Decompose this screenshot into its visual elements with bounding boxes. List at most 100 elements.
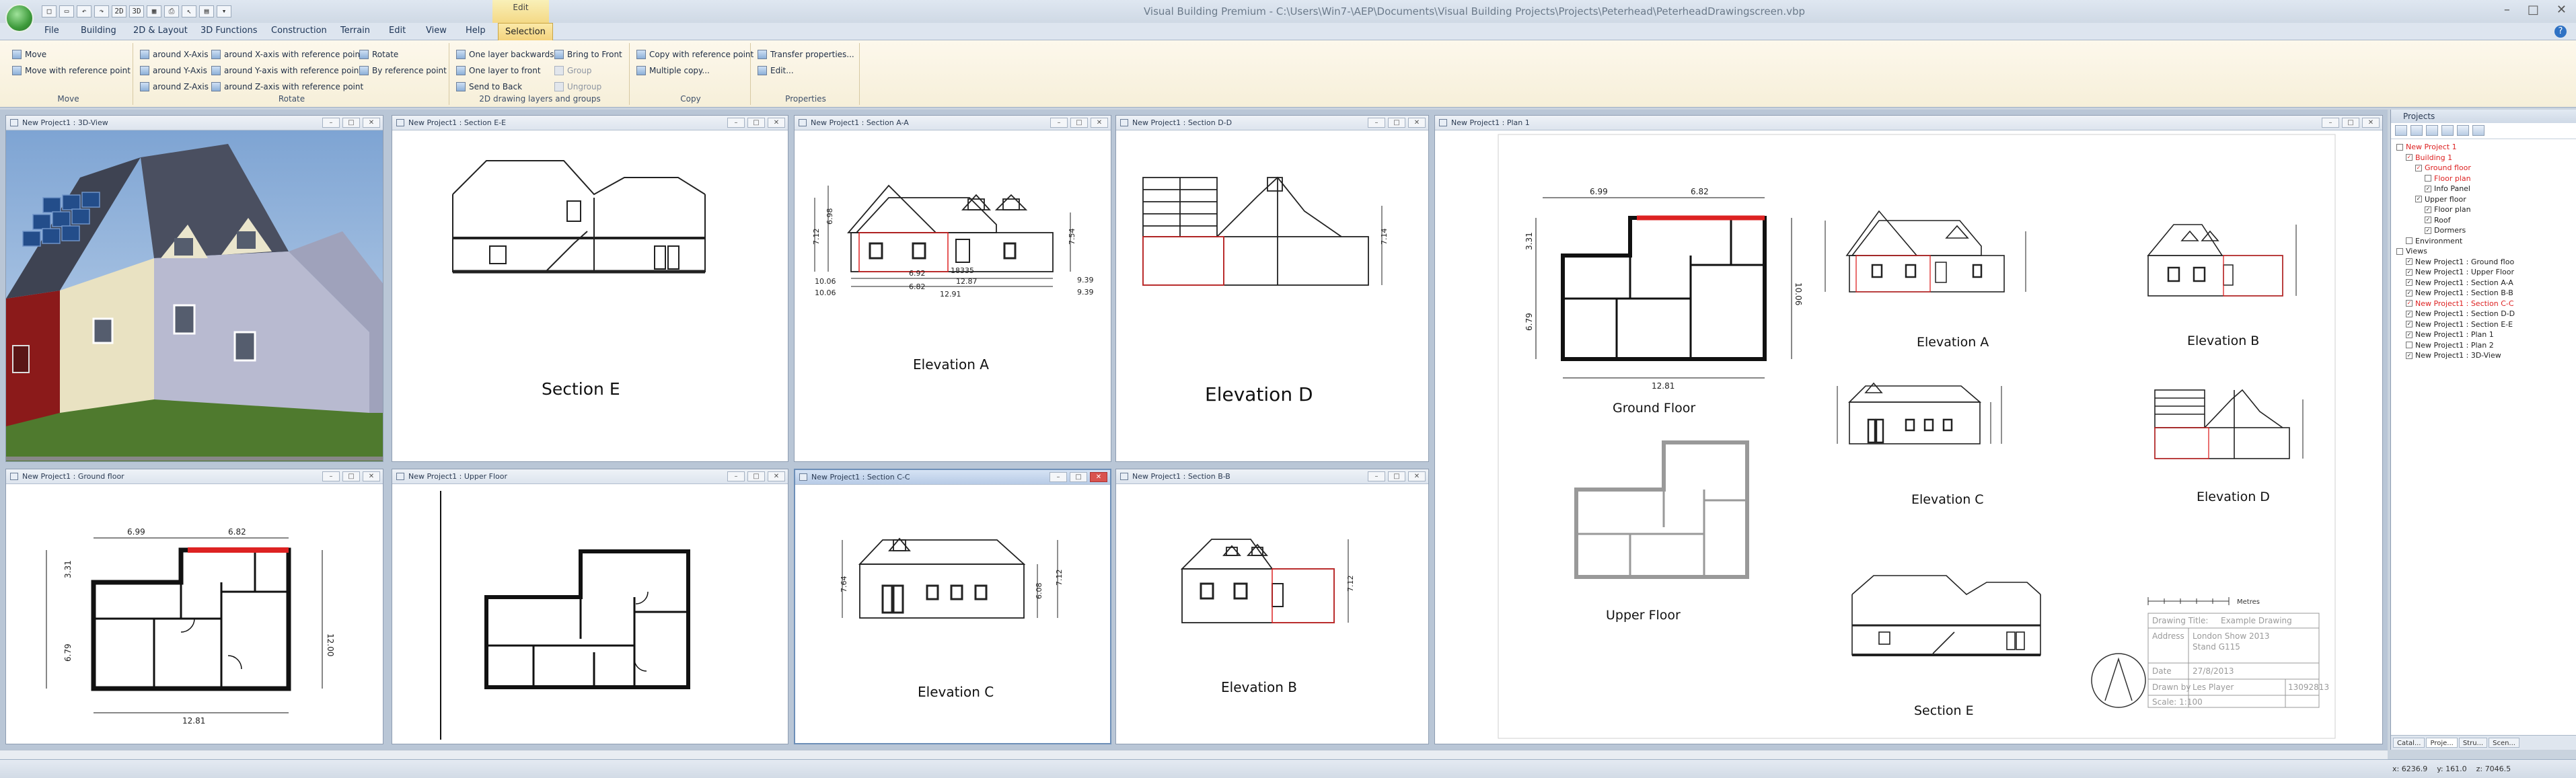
tab-help[interactable]: Help — [466, 26, 486, 36]
tree-item[interactable]: ✓ New Project1 : Section C-C — [2394, 299, 2573, 309]
help-icon[interactable]: ? — [2554, 26, 2567, 38]
pane-close-icon[interactable]: ✕ — [363, 118, 380, 128]
checkbox-checked-icon[interactable]: ✓ — [2425, 227, 2431, 234]
quick-3d-button[interactable]: 3D — [129, 5, 144, 17]
checkbox-checked-icon[interactable]: ✓ — [2406, 154, 2413, 161]
layer-backwards-button[interactable]: One layer backwards — [456, 50, 554, 59]
checkbox-checked-icon[interactable]: ✓ — [2406, 310, 2413, 317]
layout-icon[interactable]: ▦ — [147, 5, 161, 17]
tree-item[interactable]: ✓ New Project1 : Section D-D — [2394, 309, 2573, 319]
tree-item[interactable]: Floor plan — [2394, 173, 2573, 184]
tab-terrain[interactable]: Terrain — [340, 26, 370, 36]
section-e-drawing[interactable] — [392, 130, 788, 379]
section-b-drawing[interactable]: 7.12 — [1116, 484, 1429, 686]
tree-item[interactable]: ✓ Floor plan — [2394, 204, 2573, 215]
pane-close-icon[interactable]: ✕ — [768, 471, 785, 481]
checkbox-icon[interactable] — [2396, 143, 2403, 151]
pane-plan-1[interactable]: New Project1 : Plan 1 – □ ✕ 6.99 6.82 3.… — [1434, 115, 2383, 744]
tab-edit[interactable]: Edit — [389, 26, 406, 36]
pane-maximize-icon[interactable]: □ — [1070, 472, 1087, 482]
pane-maximize-icon[interactable]: □ — [747, 118, 765, 128]
pane-close-icon[interactable]: ✕ — [1091, 118, 1108, 128]
rotate-z-ref-button[interactable]: around Z-axis with reference point — [211, 82, 363, 91]
pane-close-icon[interactable]: ✕ — [2362, 118, 2380, 128]
pane-maximize-icon[interactable]: □ — [1388, 471, 1405, 481]
layout-sheet[interactable]: 6.99 6.82 3.31 6.79 12.81 10.06 Metres D… — [1435, 130, 2383, 744]
properties-icon[interactable] — [2472, 125, 2485, 136]
pane-section-c[interactable]: New Project1 : Section C-C – □ ✕ 7.64 6.08… — [794, 469, 1111, 744]
pane-minimize-icon[interactable]: – — [1368, 471, 1385, 481]
checkbox-checked-icon[interactable]: ✓ — [2415, 164, 2422, 171]
bring-to-front-button[interactable]: Bring to Front — [554, 50, 622, 59]
minimize-icon[interactable]: – — [2504, 3, 2510, 17]
tree-item[interactable]: Environment — [2394, 236, 2573, 247]
ungroup-button[interactable]: Ungroup — [554, 82, 601, 91]
print-icon[interactable]: ⎙ — [164, 5, 179, 17]
pane-section-d[interactable]: New Project1 : Section D-D – □ ✕ 7.14 Elev… — [1115, 115, 1429, 462]
pane-minimize-icon[interactable]: – — [727, 118, 745, 128]
move-button[interactable]: Move — [12, 50, 46, 59]
pane-minimize-icon[interactable]: – — [1050, 472, 1067, 482]
pane-close-icon[interactable]: ✕ — [768, 118, 785, 128]
pane-minimize-icon[interactable]: – — [322, 471, 340, 481]
rotate-y-ref-button[interactable]: around Y-axis with reference point — [211, 66, 362, 75]
tab-catalog[interactable]: Catal... — [2393, 738, 2425, 748]
pane-close-icon[interactable]: ✕ — [1408, 471, 1426, 481]
pane-ground-floor[interactable]: New Project1 : Ground floor – □ ✕ 6.99 6… — [5, 469, 383, 744]
checkbox-checked-icon[interactable]: ✓ — [2415, 196, 2422, 203]
checkbox-checked-icon[interactable]: ✓ — [2406, 258, 2413, 266]
copy-reference-button[interactable]: Copy with reference point — [636, 50, 753, 59]
maximize-icon[interactable]: □ — [2528, 3, 2539, 17]
rotate-by-reference-button[interactable]: By reference point — [359, 66, 447, 75]
pane-minimize-icon[interactable]: – — [727, 471, 745, 481]
edit-properties-button[interactable]: Edit... — [758, 66, 794, 75]
ground-floor-plan[interactable]: 6.99 6.82 3.31 12.00 6.79 12.81 — [6, 484, 383, 744]
tree-item[interactable]: ✓ New Project1 : Section A-A — [2394, 278, 2573, 288]
tab-construction[interactable]: Construction — [271, 26, 327, 36]
tab-building[interactable]: Building — [81, 26, 116, 36]
rotate-button[interactable]: Rotate — [359, 50, 398, 59]
upper-floor-plan[interactable] — [392, 484, 788, 744]
tree-item[interactable]: New Project1 : Plan 2 — [2394, 340, 2573, 351]
pane-maximize-icon[interactable]: □ — [2342, 118, 2359, 128]
tab-structure[interactable]: Stru... — [2458, 738, 2488, 748]
pane-maximize-icon[interactable]: □ — [342, 118, 360, 128]
pane-maximize-icon[interactable]: □ — [1388, 118, 1405, 128]
multiple-copy-button[interactable]: Multiple copy... — [636, 66, 710, 75]
section-d-drawing[interactable]: 7.14 — [1116, 130, 1429, 359]
pane-section-e[interactable]: New Project1 : Section E-E – □ ✕ Section E — [392, 115, 788, 462]
tree-item[interactable]: ✓ Roof — [2394, 215, 2573, 226]
3d-render[interactable] — [6, 130, 383, 462]
checkbox-checked-icon[interactable]: ✓ — [2425, 206, 2431, 213]
tree-item[interactable]: ✓ Info Panel — [2394, 184, 2573, 194]
pane-section-b[interactable]: New Project1 : Section B-B – □ ✕ 7.12 Elev… — [1115, 469, 1429, 744]
move-reference-button[interactable]: Move with reference point — [12, 66, 131, 75]
checkbox-checked-icon[interactable]: ✓ — [2406, 300, 2413, 307]
checkbox-checked-icon[interactable]: ✓ — [2406, 279, 2413, 286]
horizontal-scrollbar[interactable] — [0, 750, 2388, 759]
customize-icon[interactable]: ▾ — [217, 5, 231, 17]
tab-file[interactable]: File — [44, 26, 59, 36]
pane-minimize-icon[interactable]: – — [2322, 118, 2339, 128]
rotate-z-button[interactable]: around Z-Axis — [140, 82, 209, 91]
pane-maximize-icon[interactable]: □ — [747, 471, 765, 481]
tree-item[interactable]: New Project 1 — [2394, 142, 2573, 153]
check-icon[interactable] — [2395, 125, 2407, 136]
tree-item[interactable]: ✓ New Project1 : 3D-View — [2394, 350, 2573, 361]
checkbox-icon[interactable] — [2406, 237, 2413, 245]
pane-maximize-icon[interactable]: □ — [342, 471, 360, 481]
tab-selection[interactable]: Selection — [498, 23, 553, 41]
pane-close-icon[interactable]: ✕ — [1408, 118, 1426, 128]
checkbox-checked-icon[interactable]: ✓ — [2406, 321, 2413, 328]
tree-item[interactable]: ✓ New Project1 : Plan 1 — [2394, 329, 2573, 340]
tab-projects[interactable]: Proje... — [2426, 738, 2458, 748]
checkbox-icon[interactable] — [2425, 175, 2431, 182]
new-file-icon[interactable]: □ — [42, 5, 57, 17]
section-a-drawing[interactable]: 7.12 6.98 7.54 10.06 10.06 6.92 12.87 6.… — [795, 130, 1111, 359]
pointer-icon[interactable]: ↖ — [182, 5, 196, 17]
pane-minimize-icon[interactable]: – — [322, 118, 340, 128]
delete-icon[interactable] — [2457, 125, 2469, 136]
pane-3d-view[interactable]: New Project1 : 3D-View – □ ✕ — [5, 115, 383, 462]
tree-item[interactable]: ✓ Dormers — [2394, 225, 2573, 236]
checkbox-checked-icon[interactable]: ✓ — [2406, 268, 2413, 276]
